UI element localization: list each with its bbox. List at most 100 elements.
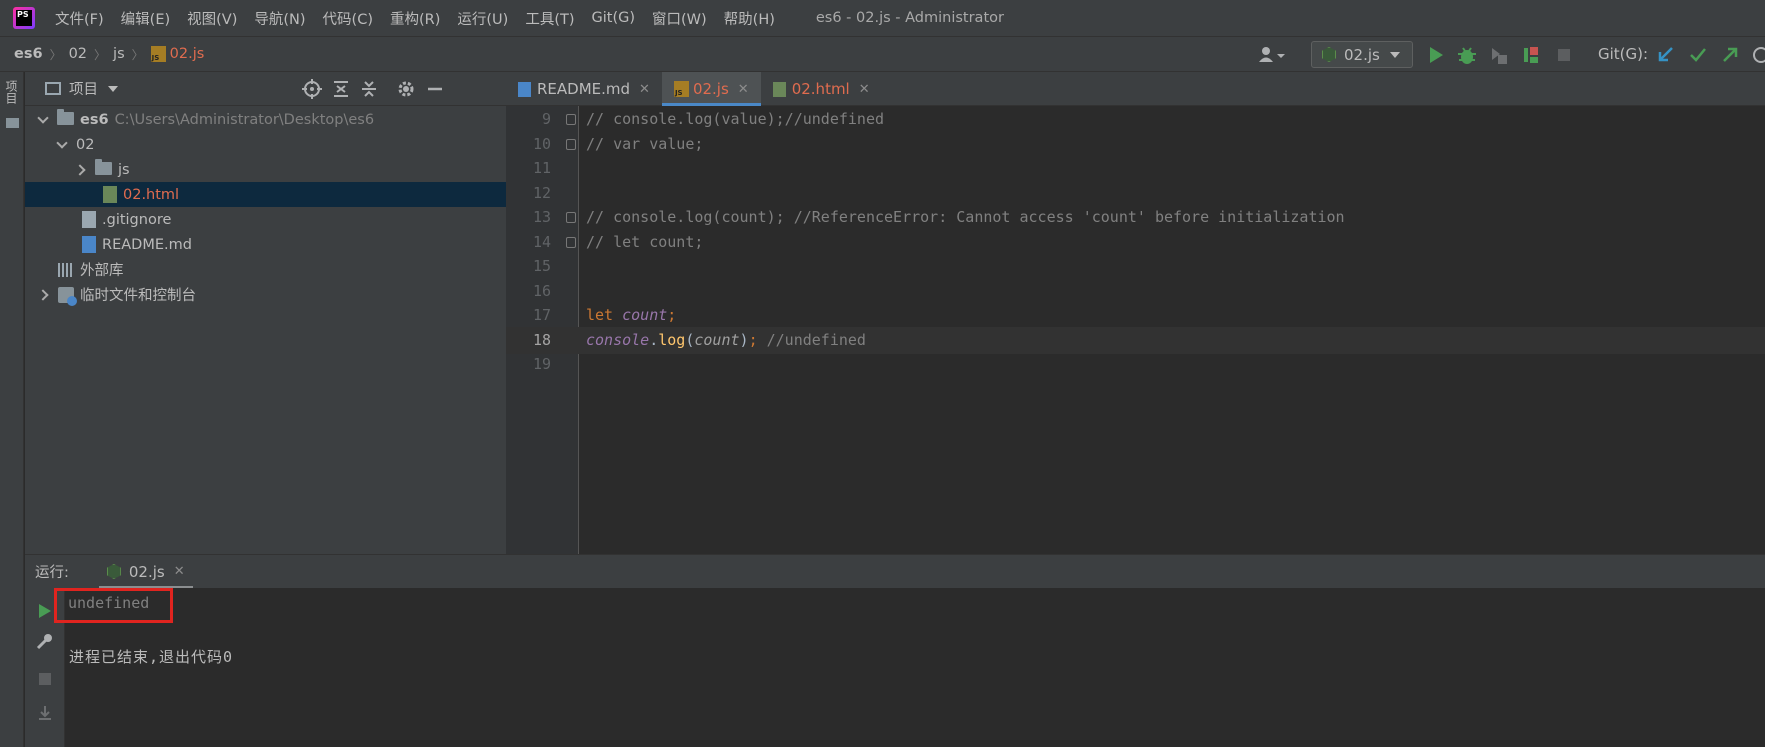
fold-marker-icon[interactable] (566, 138, 576, 150)
fold-marker-icon[interactable] (566, 236, 576, 248)
tree-item-readme[interactable]: README.md (25, 232, 506, 257)
chevron-down-icon[interactable] (56, 136, 68, 149)
expand-all-icon[interactable] (331, 79, 351, 99)
tree-item-js[interactable]: js (25, 157, 506, 182)
breadcrumb-item-subfolder[interactable]: js (113, 46, 125, 62)
git-commit-icon[interactable] (1688, 45, 1708, 65)
breadcrumb: es6 〉 02 〉 js 〉 02.js (14, 37, 204, 71)
tree-item-02-html[interactable]: 02.html (25, 182, 506, 207)
run-panel-label: 运行: (35, 565, 69, 581)
run-configuration-select[interactable]: 02.js (1311, 41, 1413, 68)
menu-code[interactable]: 代码(C) (323, 8, 373, 29)
settings-icon[interactable] (396, 79, 416, 99)
menu-help[interactable]: 帮助(H) (724, 8, 775, 29)
code-token: ; (748, 330, 767, 349)
hide-icon[interactable] (425, 79, 445, 99)
code-line[interactable]: 12 (506, 180, 1765, 207)
menu-window[interactable]: 窗口(W) (652, 8, 707, 29)
project-tool-button[interactable]: 项目 (4, 80, 20, 104)
app-logo-icon[interactable]: PS (13, 7, 35, 29)
chevron-down-icon[interactable] (37, 111, 49, 124)
fold-marker-icon[interactable] (566, 212, 576, 223)
menu-refactor[interactable]: 重构(R) (390, 8, 440, 29)
editor-tab-bar: README.md ✕ 02.js ✕ 02.html ✕ (506, 72, 1765, 106)
menu-run[interactable]: 运行(U) (457, 8, 508, 29)
scroll-to-end-icon[interactable] (36, 704, 54, 722)
project-view-select[interactable]: 项目 (45, 78, 118, 99)
tree-item-external-libraries[interactable]: 外部库 (25, 257, 506, 282)
git-update-icon[interactable] (1656, 45, 1676, 65)
tree-item-label: es6 (80, 111, 109, 128)
coverage-icon[interactable] (1489, 45, 1509, 65)
code-line[interactable]: 14 // let count; (506, 229, 1765, 256)
menu-git[interactable]: Git(G) (592, 10, 636, 26)
menu-navigate[interactable]: 导航(N) (254, 8, 305, 29)
code-line[interactable]: 17 let count; (506, 302, 1765, 329)
code-token: . (649, 330, 659, 349)
tree-item-label: .gitignore (102, 211, 172, 228)
folder-icon (6, 118, 19, 128)
run-tab-02-js[interactable]: 02.js ✕ (98, 555, 193, 589)
stop-icon[interactable] (36, 670, 54, 688)
code-line[interactable]: 13 // console.log(count); //ReferenceErro… (506, 204, 1765, 231)
console-output[interactable]: undefined 进程已结束,退出代码0 (54, 588, 1765, 747)
code-editor[interactable]: 9 // console.log(value);//undefined 10 // v… (506, 106, 1765, 554)
tree-item-es6[interactable]: es6 C:\Users\Administrator\Desktop\es6 (25, 107, 506, 132)
close-icon[interactable]: ✕ (639, 82, 650, 97)
project-window-icon (45, 82, 61, 95)
html-file-icon (103, 186, 117, 203)
close-icon[interactable]: ✕ (174, 564, 185, 579)
tree-item-label: 02.html (123, 186, 180, 203)
debug-icon[interactable] (1457, 45, 1477, 65)
breadcrumb-item-project[interactable]: es6 (14, 46, 43, 62)
tree-item-label: 02 (76, 136, 95, 153)
tree-item-label: 临时文件和控制台 (80, 288, 196, 304)
stop-icon[interactable] (1554, 45, 1574, 65)
code-line[interactable]: 18 console.log(count); //undefined (506, 326, 1765, 354)
code-line[interactable]: 11 (506, 155, 1765, 182)
line-number: 12 (532, 183, 551, 202)
menu-view[interactable]: 视图(V) (187, 8, 237, 29)
code-token: ; (667, 306, 677, 324)
code-line[interactable]: 15 (506, 253, 1765, 280)
close-icon[interactable]: ✕ (859, 82, 870, 97)
code-line[interactable]: 9 // console.log(value);//undefined (506, 106, 1765, 133)
run-icon[interactable] (1426, 45, 1446, 65)
collapse-all-icon[interactable] (359, 79, 379, 99)
locate-icon[interactable] (302, 79, 322, 99)
menu-file[interactable]: 文件(F) (55, 8, 104, 29)
breadcrumb-item-file[interactable]: 02.js (170, 46, 205, 62)
code-token: console (586, 330, 650, 349)
project-title: 项目 (69, 82, 98, 98)
chevron-right-icon[interactable] (74, 163, 86, 176)
profile-icon[interactable] (1521, 45, 1541, 65)
close-icon[interactable]: ✕ (738, 82, 749, 97)
code-token: //undefined (766, 330, 866, 349)
run-panel-header: 运行: 02.js ✕ (25, 554, 1765, 589)
breadcrumb-separator-icon: 〉 (94, 47, 107, 62)
tree-item-gitignore[interactable]: .gitignore (25, 207, 506, 232)
fold-marker-icon[interactable] (566, 114, 576, 125)
html-file-icon (772, 81, 786, 97)
line-number: 13 (532, 208, 551, 226)
code-token: count (622, 306, 668, 324)
tree-item-02[interactable]: 02 (25, 132, 506, 157)
tree-item-scratches[interactable]: 临时文件和控制台 (25, 282, 506, 307)
line-number: 11 (532, 159, 551, 177)
tab-02-js[interactable]: 02.js ✕ (661, 72, 761, 106)
user-caret-icon[interactable] (1258, 45, 1288, 65)
breadcrumb-item-folder[interactable]: 02 (69, 46, 87, 62)
chevron-right-icon[interactable] (37, 288, 49, 301)
code-line[interactable]: 16 (506, 278, 1765, 305)
tree-item-path: C:\Users\Administrator\Desktop\es6 (114, 111, 375, 128)
history-icon[interactable] (1751, 45, 1765, 65)
tab-02-html[interactable]: 02.html ✕ (761, 72, 882, 106)
code-line[interactable]: 19 (506, 351, 1765, 378)
tab-readme[interactable]: README.md ✕ (506, 72, 662, 106)
code-line[interactable]: 10 // var value; (506, 131, 1765, 158)
git-push-icon[interactable] (1720, 45, 1740, 65)
wrench-icon[interactable] (36, 632, 54, 650)
menu-edit[interactable]: 编辑(E) (121, 8, 170, 29)
menu-tools[interactable]: 工具(T) (525, 8, 574, 29)
rerun-icon[interactable] (36, 602, 54, 620)
